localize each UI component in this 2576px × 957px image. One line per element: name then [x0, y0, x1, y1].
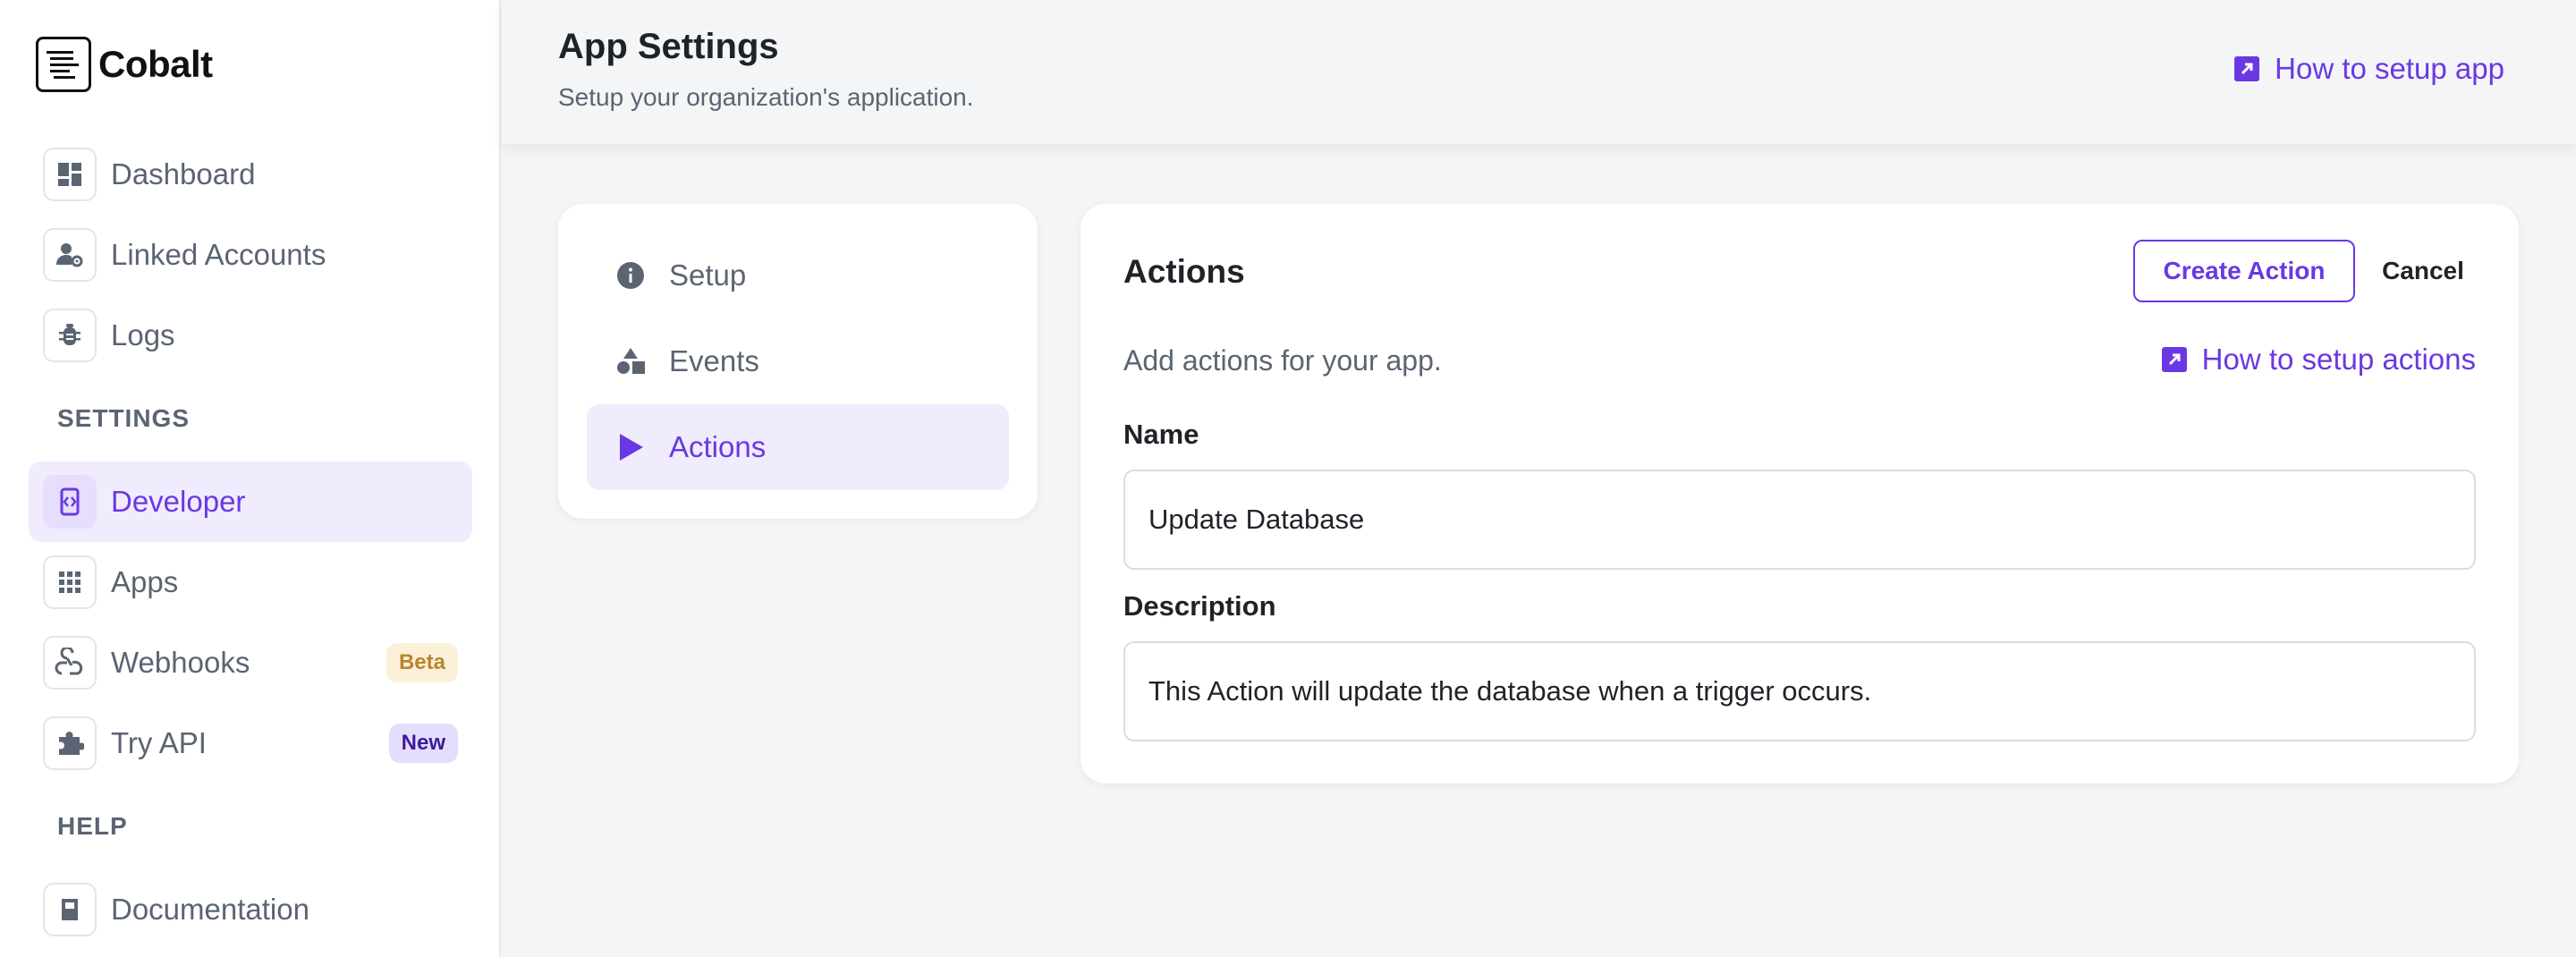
bug-icon — [43, 309, 97, 362]
sidebar-item-label: Dashboard — [111, 157, 256, 191]
beta-badge: Beta — [386, 643, 458, 682]
page-subtitle: Setup your organization's application. — [558, 83, 974, 111]
shapes-icon — [617, 348, 645, 374]
actions-card: Actions Create Action Cancel Add actions… — [1080, 204, 2519, 783]
sidebar-item-label: Documentation — [111, 893, 309, 926]
menu-item-setup[interactable]: Setup — [587, 233, 1009, 318]
actions-title: Actions — [1123, 253, 1245, 290]
name-input[interactable] — [1123, 470, 2476, 570]
book-icon — [43, 883, 97, 936]
grid-icon — [43, 555, 97, 609]
actions-description: Add actions for your app. — [1123, 344, 1442, 377]
external-link-icon — [2234, 56, 2260, 81]
create-action-button[interactable]: Create Action — [2133, 240, 2355, 302]
menu-item-label: Actions — [669, 430, 767, 463]
how-to-setup-app-link[interactable]: How to setup app — [2233, 52, 2504, 86]
cancel-button[interactable]: Cancel — [2374, 240, 2472, 302]
sidebar-item-label: Webhooks — [111, 646, 250, 679]
sidebar-item-linked-accounts[interactable]: Linked Accounts — [29, 215, 472, 295]
user-gear-icon — [43, 228, 97, 282]
new-badge: New — [388, 724, 458, 763]
sidebar-item-webhooks[interactable]: Webhooks Beta — [29, 622, 472, 703]
sidebar-item-try-api[interactable]: Try API New — [29, 703, 472, 783]
dashboard-icon — [43, 148, 97, 201]
puzzle-icon — [43, 716, 97, 770]
brand[interactable]: Cobalt — [36, 36, 213, 93]
how-to-setup-app-label: How to setup app — [2275, 52, 2504, 85]
sidebar-item-label: Apps — [111, 565, 179, 598]
sidebar-item-apps[interactable]: Apps — [29, 542, 472, 622]
sidebar-item-documentation[interactable]: Documentation — [29, 869, 472, 950]
webhook-icon — [43, 636, 97, 690]
name-label: Name — [1123, 419, 1199, 450]
settings-section-title: SETTINGS — [57, 404, 191, 432]
menu-item-label: Events — [669, 344, 759, 377]
info-icon — [617, 262, 644, 289]
play-icon — [620, 434, 643, 461]
page-header: App Settings Setup your organization's a… — [502, 0, 2576, 145]
sidebar-item-label: Developer — [111, 485, 246, 518]
how-to-setup-actions-link[interactable]: How to setup actions — [2161, 343, 2476, 377]
sidebar-item-developer[interactable]: Developer — [29, 462, 472, 542]
settings-menu: Setup Events Actions — [558, 204, 1038, 519]
how-to-setup-actions-label: How to setup actions — [2201, 343, 2476, 376]
menu-item-label: Setup — [669, 258, 747, 292]
sidebar-item-dashboard[interactable]: Dashboard — [29, 134, 472, 215]
cobalt-logo-icon — [36, 37, 91, 92]
description-label: Description — [1123, 590, 1276, 622]
sidebar: Cobalt Dashboard Linked Accounts Logs SE… — [0, 0, 501, 957]
menu-item-actions[interactable]: Actions — [587, 404, 1009, 490]
sidebar-item-label: Try API — [111, 726, 207, 759]
code-icon — [43, 475, 97, 529]
page-title: App Settings — [558, 27, 779, 66]
sidebar-item-logs[interactable]: Logs — [29, 295, 472, 376]
sidebar-item-label: Linked Accounts — [111, 238, 326, 271]
external-link-icon — [2161, 347, 2187, 372]
help-section-title: HELP — [57, 812, 128, 840]
menu-item-events[interactable]: Events — [587, 318, 1009, 404]
description-input[interactable] — [1123, 641, 2476, 741]
sidebar-item-label: Logs — [111, 318, 175, 351]
brand-name: Cobalt — [98, 43, 213, 85]
